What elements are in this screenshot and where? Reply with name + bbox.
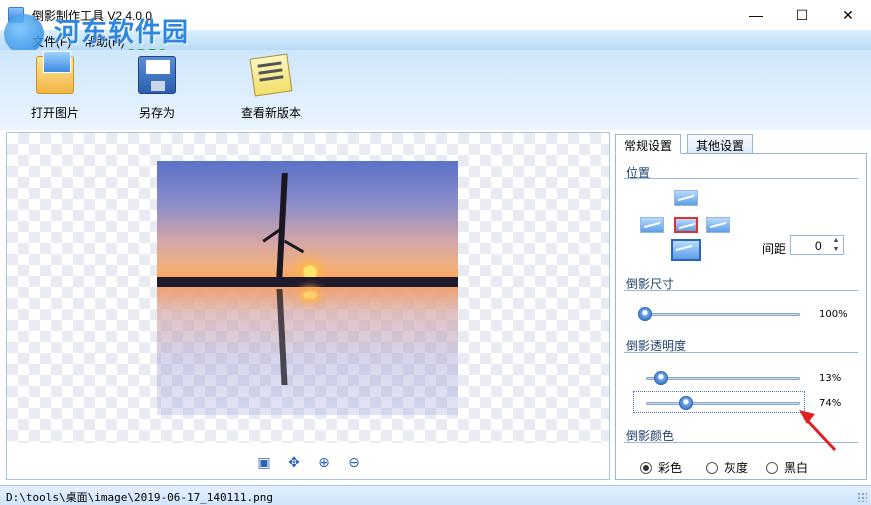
color-radio-bw[interactable]: 黑白: [766, 459, 808, 476]
size-slider-thumb[interactable]: [638, 307, 652, 321]
section-divider: [624, 352, 858, 353]
image-horizon: [157, 277, 458, 287]
size-value: 100%: [819, 309, 848, 320]
spacing-spinner[interactable]: 0 ▲ ▼: [790, 235, 844, 255]
resize-grip-icon[interactable]: [857, 492, 867, 502]
reflection-sun: [303, 291, 317, 299]
zoom-toolbar: ▣ ✥ ⊕ ⊖: [7, 451, 609, 475]
opacity-start-value: 13%: [819, 373, 842, 384]
bw-option-label: 黑白: [784, 461, 809, 475]
check-update-button[interactable]: 查看新版本: [226, 53, 316, 121]
save-as-button[interactable]: 另存为: [112, 56, 202, 121]
save-disk-icon: [138, 56, 176, 94]
spacing-label: 间距: [762, 242, 787, 256]
close-button[interactable]: ✕: [825, 0, 871, 30]
spin-down-icon[interactable]: ▼: [831, 246, 841, 254]
watermark-logo-icon: [4, 14, 44, 54]
section-divider: [624, 290, 858, 291]
color-radio-color[interactable]: 彩色: [640, 459, 682, 476]
radio-unchecked-icon[interactable]: [766, 461, 778, 474]
position-center-button[interactable]: [674, 217, 698, 233]
spacing-value[interactable]: 0: [815, 239, 822, 253]
position-left-button[interactable]: [640, 217, 664, 233]
actual-size-icon[interactable]: ✥: [285, 453, 303, 471]
radio-unchecked-icon[interactable]: [706, 461, 718, 474]
status-bar: D:\tools\桌面\image\2019-06-17_140111.png: [0, 485, 871, 505]
check-update-label: 查看新版本: [240, 106, 301, 120]
color-radio-grayscale[interactable]: 灰度: [706, 459, 748, 476]
reflection-image: [157, 287, 458, 415]
fit-window-icon[interactable]: ▣: [255, 453, 273, 471]
maximize-button[interactable]: ☐: [779, 0, 825, 30]
grayscale-option-label: 灰度: [724, 461, 749, 475]
radio-checked-icon[interactable]: [640, 461, 652, 474]
annotation-arrow-shaft: [803, 416, 837, 452]
opacity-end-slider-thumb[interactable]: [679, 396, 693, 410]
open-image-button[interactable]: 打开图片: [10, 51, 100, 121]
position-top-button[interactable]: [674, 190, 698, 206]
zoom-in-icon[interactable]: ⊕: [315, 453, 333, 471]
size-slider-track[interactable]: [640, 313, 800, 316]
position-right-button[interactable]: [706, 217, 730, 233]
position-bottom-button[interactable]: [671, 239, 701, 261]
update-notice-icon: [249, 53, 293, 97]
annotation-arrow-head: [799, 410, 815, 424]
save-as-label: 另存为: [138, 106, 175, 120]
open-folder-icon: [36, 51, 74, 94]
toolbar: 打开图片 另存为 查看新版本: [0, 50, 871, 130]
minimize-button[interactable]: —: [733, 0, 779, 30]
watermark-site-name: 河东软件园: [54, 18, 190, 48]
opacity-start-slider-track[interactable]: [646, 377, 800, 380]
preview-canvas[interactable]: ▣ ✥ ⊕ ⊖: [6, 132, 610, 480]
color-option-label: 彩色: [658, 461, 683, 475]
zoom-out-icon[interactable]: ⊖: [345, 453, 363, 471]
tab-other-settings[interactable]: 其他设置: [687, 134, 754, 154]
tab-general-settings[interactable]: 常规设置: [615, 134, 682, 154]
opacity-end-slider-track[interactable]: [646, 402, 800, 405]
section-divider: [624, 178, 858, 179]
spin-up-icon[interactable]: ▲: [831, 237, 841, 245]
status-file-path: D:\tools\桌面\image\2019-06-17_140111.png: [6, 491, 274, 504]
open-image-label: 打开图片: [30, 106, 79, 120]
annotation-arrow-icon: [799, 410, 837, 452]
opacity-start-slider-thumb[interactable]: [654, 371, 668, 385]
